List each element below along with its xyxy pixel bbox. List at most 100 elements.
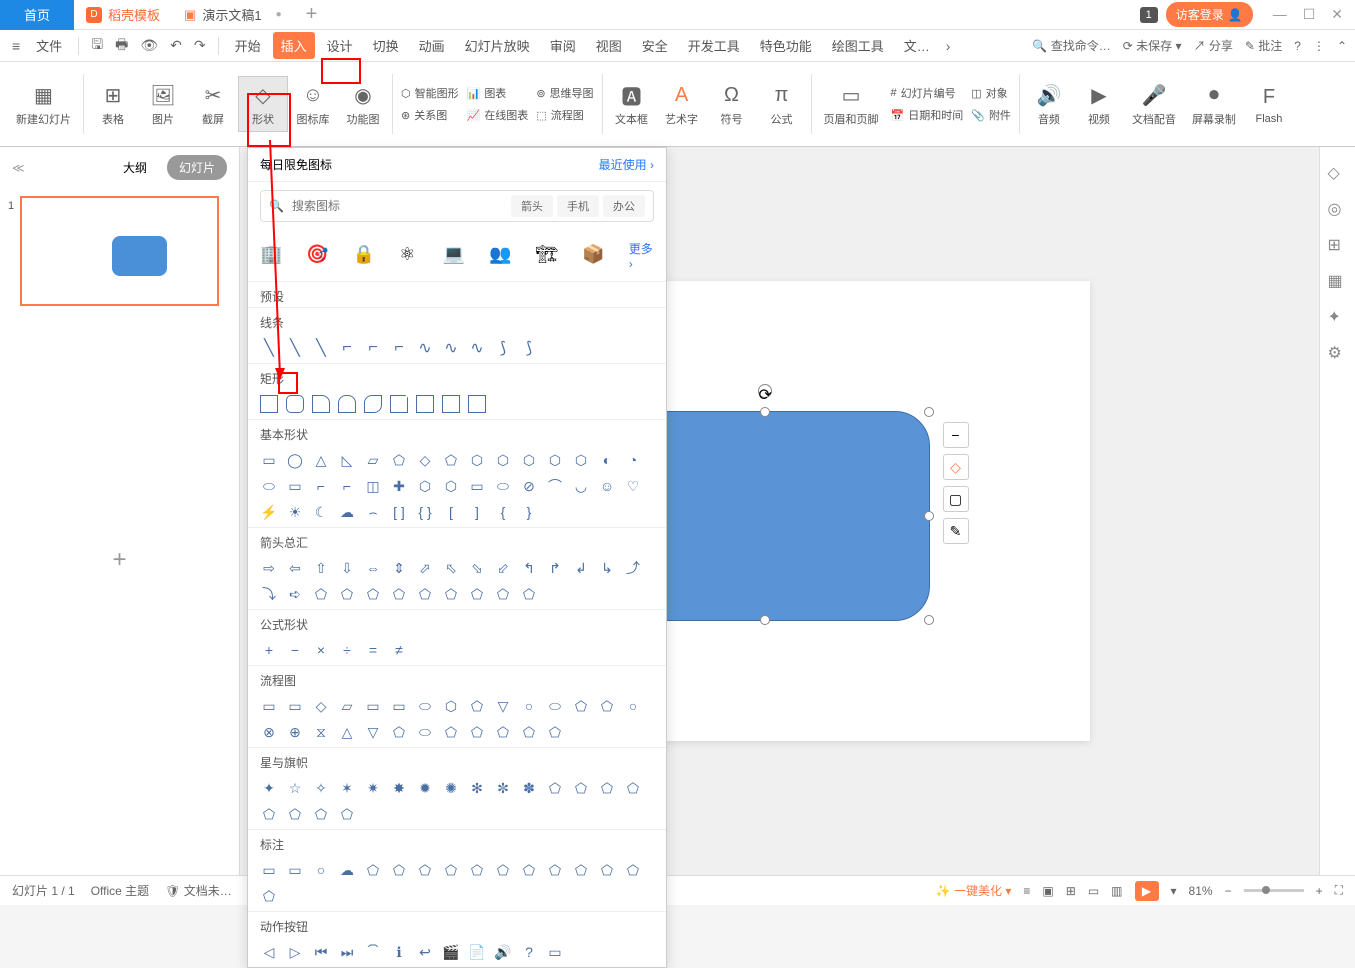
callout-shape[interactable]: ⬠	[260, 887, 278, 905]
arrow-shape[interactable]: ⬠	[338, 585, 356, 603]
line-shape[interactable]: ∿	[468, 339, 486, 357]
star-shape[interactable]: ✦	[260, 779, 278, 797]
callout-shape[interactable]: ⬠	[468, 861, 486, 879]
rs-icon-3[interactable]: ⊞	[1328, 235, 1348, 255]
formula-shape[interactable]: −	[286, 641, 304, 659]
file-menu[interactable]: 文件	[28, 32, 70, 59]
arrow-shape[interactable]: ⤵	[260, 585, 278, 603]
help-icon[interactable]: ?	[1294, 39, 1301, 53]
rotation-handle[interactable]: ⟳	[758, 384, 772, 398]
basic-shape[interactable]: ◺	[338, 451, 356, 469]
flow-shape[interactable]: ⬠	[598, 697, 616, 715]
symbol-button[interactable]: Ω符号	[707, 77, 757, 131]
wordart-button[interactable]: A艺术字	[657, 77, 707, 131]
basic-shape[interactable]: ☺	[598, 477, 616, 495]
search-command[interactable]: 🔍 查找命令…	[1032, 37, 1110, 54]
arrow-shape[interactable]: ↰	[520, 559, 538, 577]
basic-shape[interactable]: ⬡	[572, 451, 590, 469]
flow-shape[interactable]: ⬭	[546, 697, 564, 715]
basic-shape[interactable]: ◯	[286, 451, 304, 469]
float-tool-shape[interactable]: ◇	[943, 454, 969, 480]
star-shape[interactable]: ✧	[312, 779, 330, 797]
basic-shape[interactable]: ▭	[286, 477, 304, 495]
line-shape[interactable]: ⟆	[520, 339, 538, 357]
callout-shape[interactable]: ▭	[286, 861, 304, 879]
callout-shape[interactable]: ⬠	[520, 861, 538, 879]
basic-shape[interactable]: ◫	[364, 477, 382, 495]
menu-text[interactable]: 文…	[896, 32, 938, 59]
rs-icon-4[interactable]: ▦	[1328, 271, 1348, 291]
rect-shape-6[interactable]	[390, 395, 408, 413]
attach-button[interactable]: 📎附件	[967, 105, 1015, 125]
flow-shape[interactable]: ⬠	[520, 723, 538, 741]
flow-shape[interactable]: ▽	[494, 697, 512, 715]
more-icon[interactable]: ⋮	[1313, 39, 1325, 53]
unsaved-label[interactable]: ⟳ 未保存 ▾	[1123, 37, 1182, 54]
arrow-shape[interactable]: ↱	[546, 559, 564, 577]
rs-icon-5[interactable]: ✦	[1328, 307, 1348, 327]
float-tool-minus[interactable]: −	[943, 422, 969, 448]
flash-button[interactable]: FFlash	[1244, 79, 1294, 129]
zoom-out-button[interactable]: −	[1225, 884, 1232, 898]
zoom-slider[interactable]	[1244, 889, 1304, 892]
flow-shape[interactable]: ⬭	[416, 697, 434, 715]
basic-shape[interactable]: ◡	[572, 477, 590, 495]
resize-handle-s[interactable]	[760, 615, 770, 625]
action-shape[interactable]: ▷	[286, 943, 304, 961]
arrow-shape[interactable]: ⇦	[286, 559, 304, 577]
star-shape[interactable]: ✺	[442, 779, 460, 797]
free-icon-5[interactable]: 💻	[443, 244, 465, 268]
basic-shape[interactable]: [	[442, 503, 460, 521]
callout-shape[interactable]: ⬠	[416, 861, 434, 879]
recent-link[interactable]: 最近使用 ›	[599, 156, 654, 173]
arrow-shape[interactable]: ➪	[286, 585, 304, 603]
formula-shape[interactable]: ÷	[338, 641, 356, 659]
star-shape[interactable]: ✻	[468, 779, 486, 797]
arrow-shape[interactable]: ⬠	[312, 585, 330, 603]
callout-shape[interactable]: ○	[312, 861, 330, 879]
add-slide-button[interactable]: +	[0, 546, 239, 574]
callout-shape[interactable]: ⬠	[390, 861, 408, 879]
action-shape[interactable]: ?	[520, 943, 538, 961]
callout-shape[interactable]: ⬠	[572, 861, 590, 879]
callout-shape[interactable]: ⬠	[546, 861, 564, 879]
outline-tab[interactable]: 大纲	[111, 155, 159, 180]
action-shape[interactable]: ⏠	[364, 943, 382, 961]
rs-icon-2[interactable]: ◎	[1328, 199, 1348, 219]
tab-home[interactable]: 首页	[0, 0, 74, 30]
print-icon[interactable]: 🖶	[111, 34, 132, 58]
share-button[interactable]: ↗ 分享	[1193, 37, 1232, 54]
theme-label[interactable]: Office 主题	[91, 882, 149, 899]
basic-shape[interactable]: ▭	[260, 451, 278, 469]
arrow-shape[interactable]: ⬠	[416, 585, 434, 603]
rect-shape[interactable]	[260, 395, 278, 413]
arrow-shape[interactable]: ⇔	[364, 559, 382, 577]
textbox-button[interactable]: 🅰文本框	[607, 77, 657, 131]
play-dropdown[interactable]: ▾	[1171, 884, 1177, 898]
arrow-shape[interactable]: ⇩	[338, 559, 356, 577]
screenshot-button[interactable]: ✂截屏	[188, 77, 238, 131]
basic-shape[interactable]: ⬡	[546, 451, 564, 469]
flow-shape[interactable]: ○	[520, 697, 538, 715]
menu-design[interactable]: 设计	[319, 32, 361, 59]
tag-arrow[interactable]: 箭头	[511, 195, 553, 217]
flow-shape[interactable]: ⬡	[442, 697, 460, 715]
flow-shape[interactable]: ⊗	[260, 723, 278, 741]
redo-icon[interactable]: ↷	[190, 37, 210, 54]
action-shape[interactable]: ▭	[546, 943, 564, 961]
flow-shape[interactable]: △	[338, 723, 356, 741]
basic-shape[interactable]: [ ]	[390, 503, 408, 521]
formula-shape[interactable]: =	[364, 641, 382, 659]
star-shape[interactable]: ✸	[390, 779, 408, 797]
star-shape[interactable]: ✶	[338, 779, 356, 797]
tab-add[interactable]: +	[294, 3, 330, 26]
menu-review[interactable]: 审阅	[542, 32, 584, 59]
new-slide-button[interactable]: ▦ 新建幻灯片	[8, 77, 79, 131]
star-shape[interactable]: ⬠	[572, 779, 590, 797]
datetime-button[interactable]: 📅日期和时间	[887, 105, 968, 125]
maximize-button[interactable]: ☐	[1303, 6, 1316, 23]
video-button[interactable]: ▶视频	[1074, 77, 1124, 131]
arrow-shape[interactable]: ⬀	[416, 559, 434, 577]
menu-features[interactable]: 特色功能	[752, 32, 820, 59]
flow-shape[interactable]: ▭	[364, 697, 382, 715]
